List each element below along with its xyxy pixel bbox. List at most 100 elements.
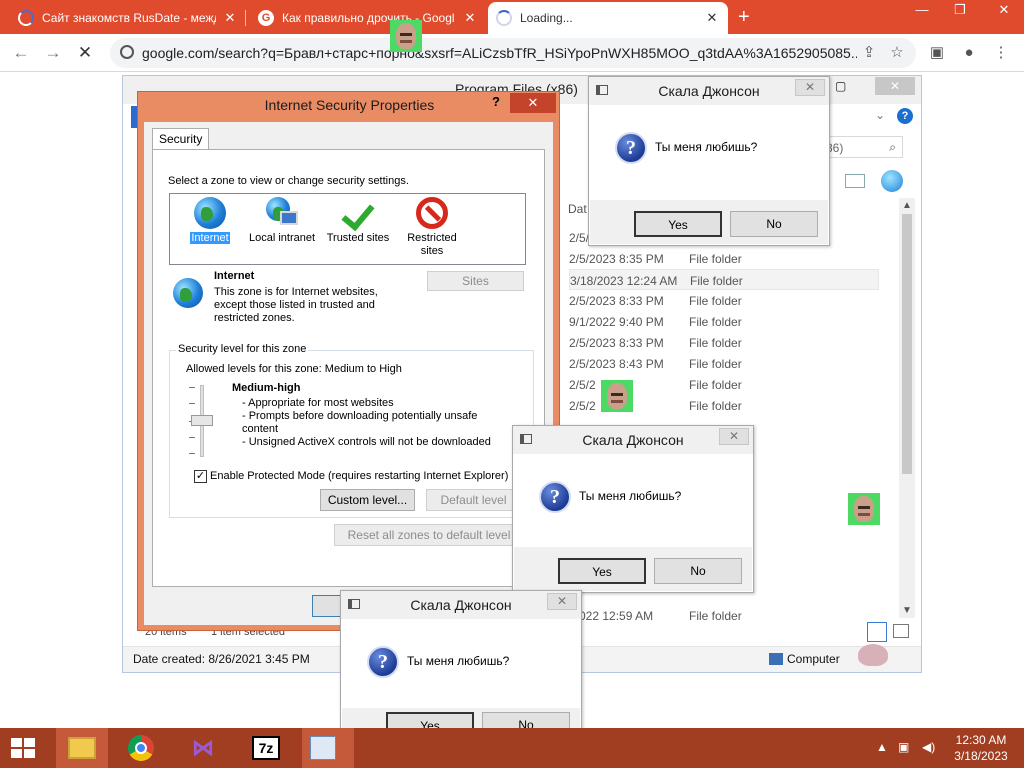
forward-button[interactable]: → (42, 42, 64, 64)
row-type: File folder (689, 315, 742, 329)
message-box-titlebar: Скала Джонсон ✕ (589, 77, 829, 105)
volume-icon[interactable]: ◀) (922, 740, 935, 754)
show-hidden-icons-icon[interactable]: ▲ (876, 740, 888, 754)
details-view-icon[interactable] (867, 622, 887, 642)
zone-label: Local intranet (248, 232, 316, 244)
row-type: File folder (689, 294, 742, 308)
preview-pane-icon[interactable] (845, 174, 865, 188)
file-row[interactable]: 2/5/2023 8:33 PM File folder (569, 290, 879, 311)
row-type: File folder (689, 609, 742, 623)
explorer-maximize-icon[interactable]: ▢ (835, 79, 846, 93)
no-button[interactable]: No (654, 558, 742, 584)
zone-trusted-sites[interactable]: Trusted sites (318, 197, 398, 244)
sites-button[interactable]: Sites (427, 271, 524, 291)
bookmark-star-icon[interactable]: ☆ (888, 44, 906, 62)
tab-loading[interactable]: Loading... ✕ (488, 2, 728, 34)
zone-label: Trusted sites (326, 232, 390, 244)
taskbar-clock[interactable]: 12:30 AM 3/18/2023 (948, 732, 1014, 764)
security-slider-thumb[interactable] (191, 415, 213, 426)
default-level-button[interactable]: Default level (426, 489, 521, 511)
taskbar-visual-studio[interactable]: ⋈ (178, 728, 230, 768)
zone-internet[interactable]: Internet (170, 197, 250, 245)
large-icons-view-icon[interactable] (893, 624, 909, 638)
close-tab-icon[interactable]: ✕ (462, 10, 478, 26)
message-box-close-button[interactable]: ✕ (795, 79, 825, 96)
minimize-button[interactable]: — (906, 0, 938, 22)
search-icon[interactable]: ⌕ (889, 140, 896, 155)
restore-button[interactable]: ❐ (944, 0, 976, 22)
file-row[interactable]: 2/5/2023 8:35 PM File folder (569, 248, 879, 269)
network-icon[interactable]: ▣ (898, 740, 909, 754)
taskbar-7zip[interactable]: 7z (240, 728, 292, 768)
taskbar-notepad[interactable] (302, 728, 354, 768)
start-button[interactable] (0, 728, 48, 768)
file-row-selected[interactable]: 3/18/2023 12:24 AM File folder (569, 269, 879, 290)
computer-icon (769, 653, 783, 665)
zone-local-intranet[interactable]: Local intranet (242, 197, 322, 244)
share-icon[interactable]: ⇪ (860, 44, 878, 62)
close-tab-icon[interactable]: ✕ (222, 10, 238, 26)
security-tab-page: Select a zone to view or change security… (152, 149, 545, 587)
url-text[interactable]: google.com/search?q=Бравл+старс+порно&sx… (142, 45, 857, 61)
row-date: 3/18/2023 12:24 AM (570, 274, 678, 288)
scroll-up-icon[interactable]: ▲ (899, 200, 915, 211)
file-row[interactable]: 2/5/2023 8:43 PM File folder (569, 353, 879, 374)
row-type: File folder (690, 274, 743, 288)
protected-mode-checkbox[interactable]: ✓ (194, 470, 207, 483)
file-row[interactable]: /2022 12:59 AM File folder (569, 605, 879, 626)
stop-button[interactable]: ✕ (74, 42, 96, 64)
tab-rusdate[interactable]: Сайт знакомств RusDate - межд ✕ (10, 4, 246, 32)
side-panel-icon[interactable]: ▣ (926, 42, 948, 64)
scroll-down-icon[interactable]: ▼ (899, 605, 915, 616)
date-created-text: Date created: 8/26/2021 3:45 PM (133, 652, 310, 666)
yes-button[interactable]: Yes (634, 211, 722, 237)
message-box-close-button[interactable]: ✕ (547, 593, 577, 610)
profile-avatar-icon[interactable]: ● (958, 42, 980, 64)
reset-all-zones-button[interactable]: Reset all zones to default level (334, 524, 524, 546)
chrome-icon (128, 735, 154, 761)
google-icon: G (258, 10, 274, 26)
message-box-close-button[interactable]: ✕ (719, 428, 749, 445)
message-box-title: Скала Джонсон (658, 83, 760, 99)
tab-google-search[interactable]: G Как правильно дрочить - Googl ✕ (250, 4, 486, 32)
scroll-thumb[interactable] (902, 214, 912, 474)
yes-button[interactable]: Yes (558, 558, 646, 584)
explorer-help-icon[interactable]: ? (897, 108, 913, 124)
explorer-ribbon-chevron-icon[interactable]: ⌄ (875, 108, 885, 122)
new-tab-button[interactable]: + (738, 6, 750, 28)
clock-date: 3/18/2023 (954, 749, 1008, 763)
address-bar[interactable]: google.com/search?q=Бравл+старс+порно&sx… (110, 38, 916, 68)
zone-restricted-sites[interactable]: Restricted sites (392, 197, 472, 258)
7zip-icon: 7z (252, 736, 280, 760)
row-date: 2/5/2023 8:35 PM (569, 252, 664, 266)
help-button[interactable]: ? (492, 94, 500, 109)
row-date: 2/5/2023 8:43 PM (569, 357, 664, 371)
zone-heading: Internet (214, 270, 255, 282)
message-box-titlebar: Скала Джонсон ✕ (513, 426, 753, 454)
site-info-icon[interactable] (120, 45, 134, 59)
row-date: 2/5/2 (569, 378, 596, 392)
message-box-button-bar: Yes No (514, 547, 752, 591)
tab-title: Как правильно дрочить - Googl (282, 11, 455, 25)
close-window-button[interactable]: ✕ (984, 0, 1024, 22)
slider-tick (189, 387, 195, 388)
custom-level-button[interactable]: Custom level... (320, 489, 415, 511)
taskbar-file-explorer[interactable] (56, 728, 108, 768)
file-row[interactable]: 2/5/2023 8:33 PM File folder (569, 332, 879, 353)
tab-security[interactable]: Security (152, 128, 210, 150)
no-button[interactable]: No (730, 211, 818, 237)
visual-studio-icon: ⋈ (192, 735, 214, 760)
explorer-close-button[interactable]: ✕ (875, 77, 915, 95)
dialog-close-button[interactable]: ✕ (510, 93, 556, 113)
message-text: Ты меня любишь? (579, 489, 682, 503)
explorer-search-box[interactable]: 36) ⌕ (823, 136, 903, 158)
back-button[interactable]: ← (10, 42, 32, 64)
taskbar-chrome[interactable] (116, 728, 168, 768)
row-date: 2/5/2023 8:33 PM (569, 336, 664, 350)
menu-kebab-icon[interactable]: ⋮ (990, 42, 1012, 64)
zone-description: This zone is for Internet websites, exce… (214, 286, 378, 324)
file-row[interactable]: 9/1/2022 9:40 PM File folder (569, 311, 879, 332)
explorer-scrollbar[interactable]: ▲ ▼ (899, 198, 915, 618)
close-tab-icon[interactable]: ✕ (704, 10, 720, 26)
column-header-date[interactable]: Dat (568, 202, 587, 216)
